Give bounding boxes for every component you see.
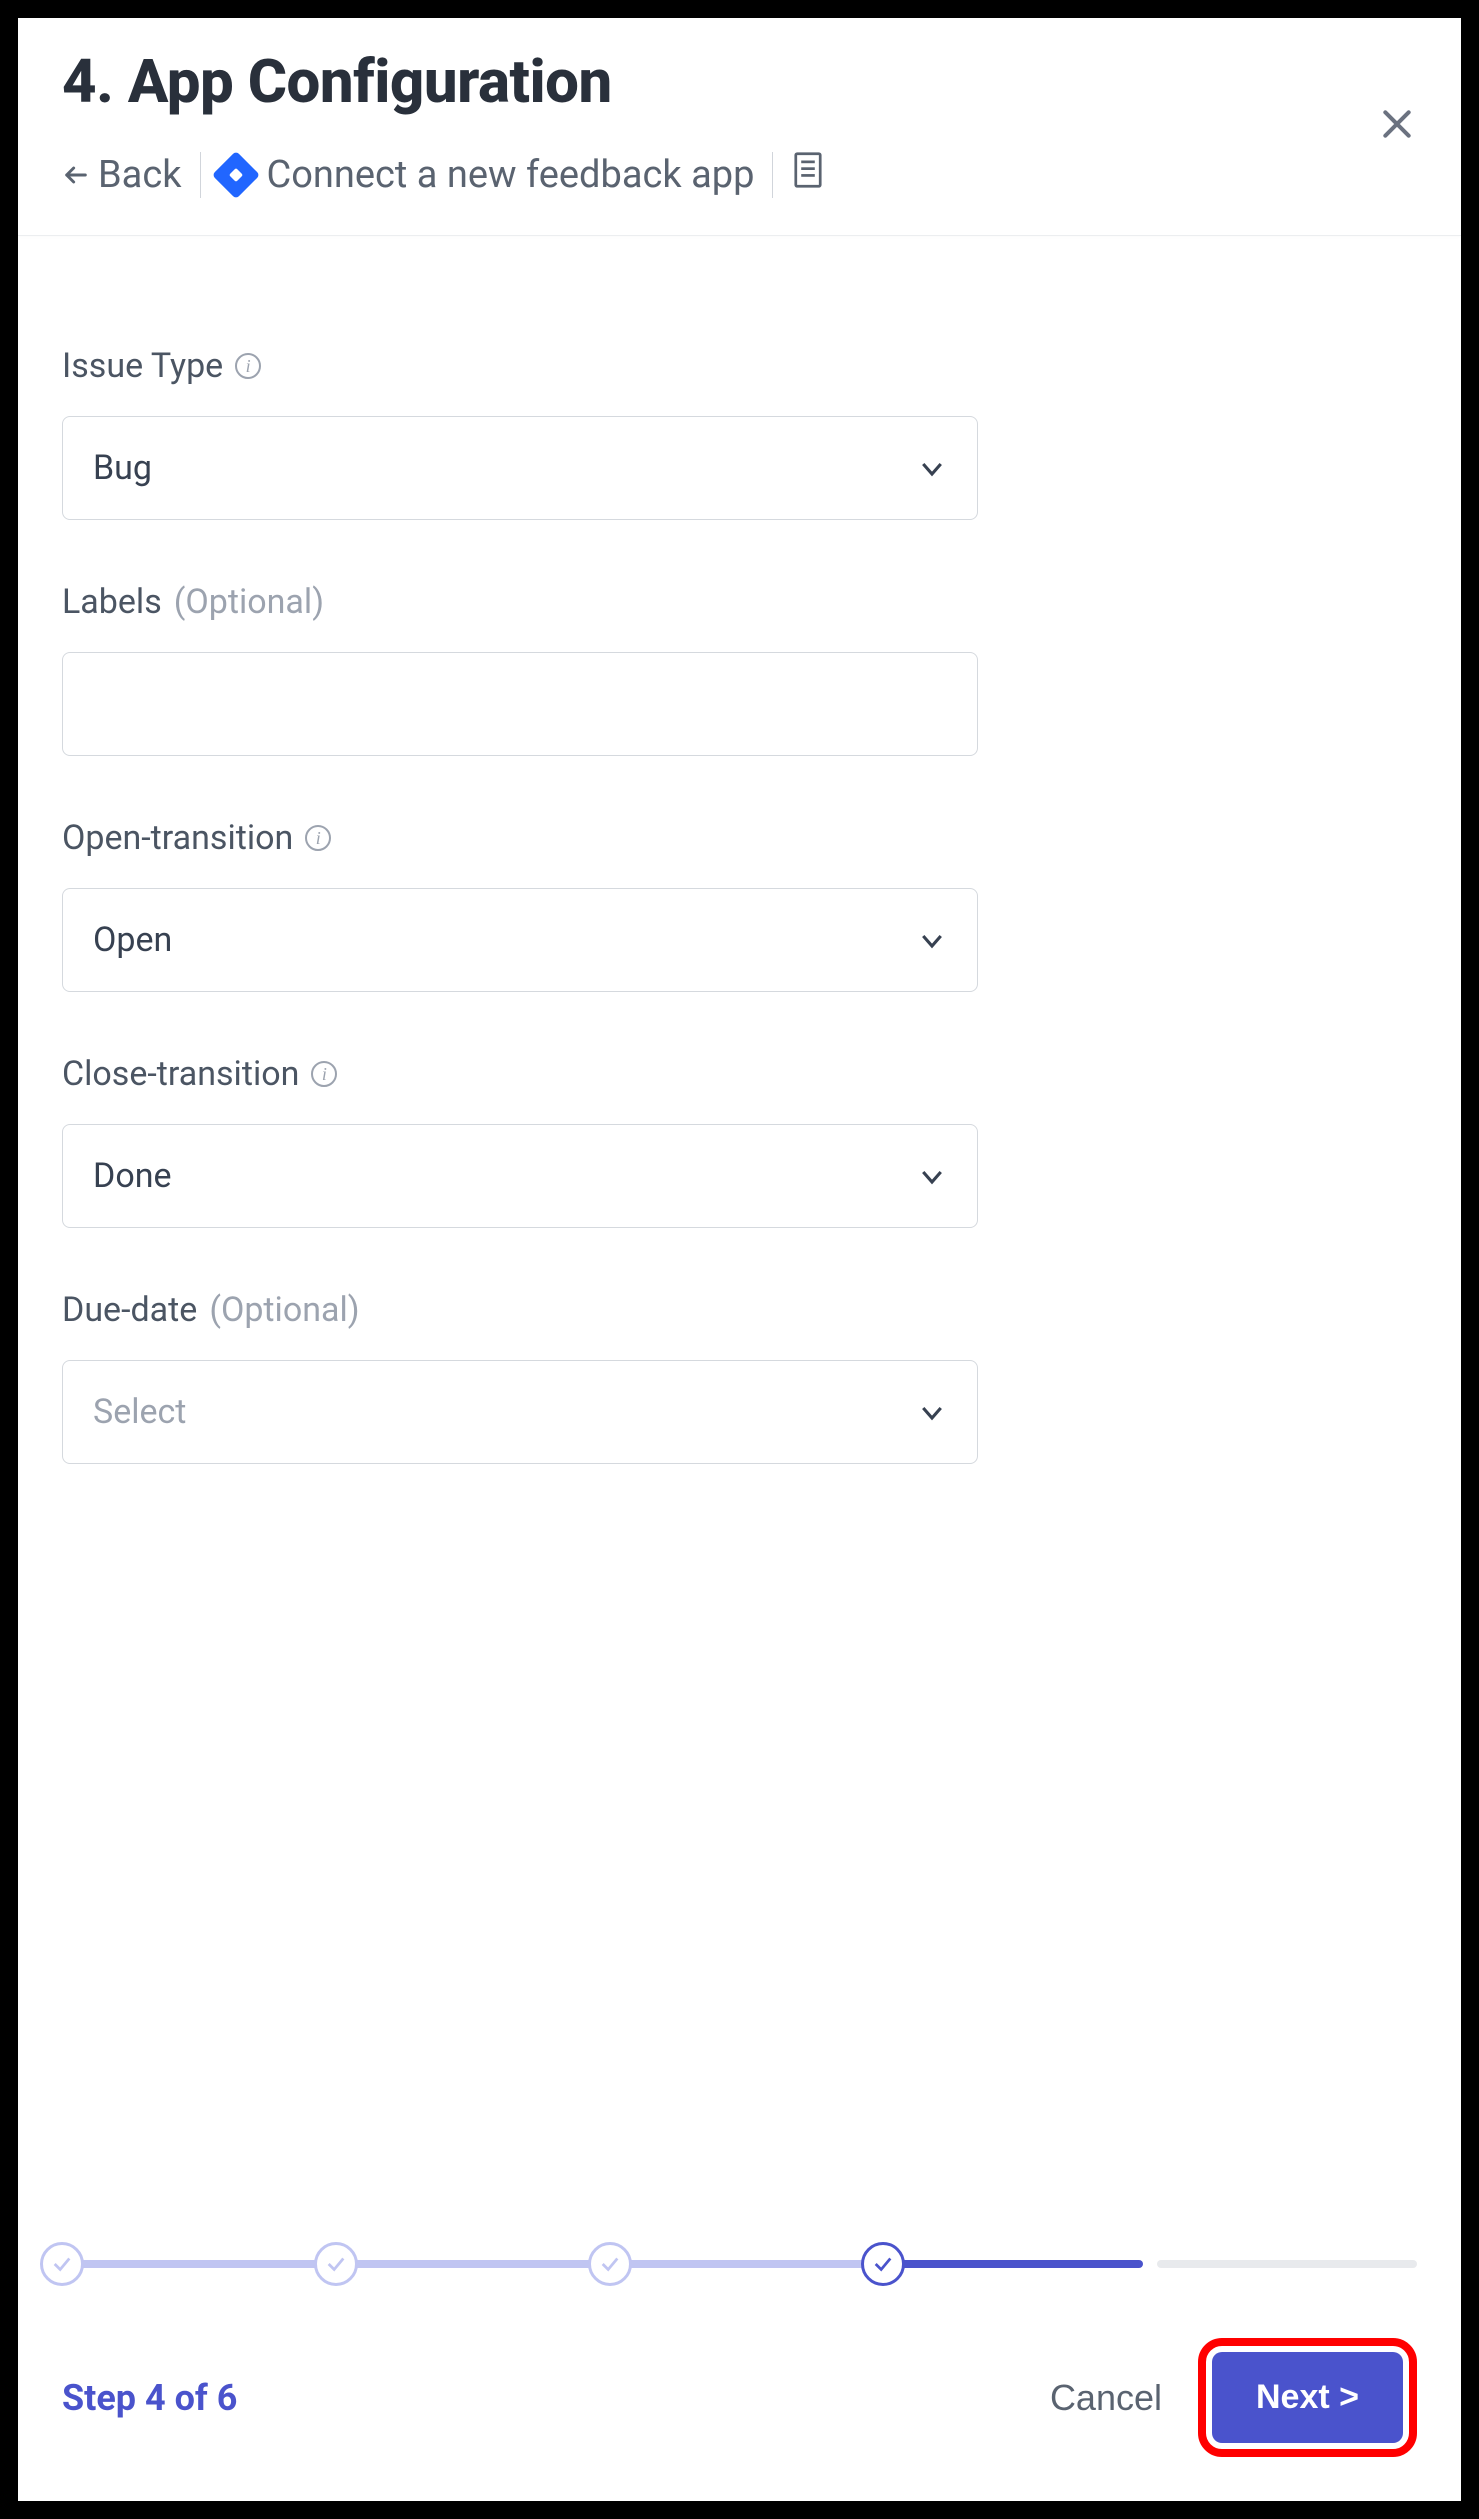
close-icon — [1377, 104, 1417, 144]
step-segment-2 — [336, 2260, 596, 2268]
field-open-transition: Open-transition i Open — [62, 818, 978, 992]
chevron-down-icon — [917, 453, 947, 483]
field-issue-type: Issue Type i Bug — [62, 346, 978, 520]
info-icon[interactable]: i — [311, 1061, 337, 1087]
divider — [772, 152, 773, 198]
field-label: Open-transition i — [62, 818, 978, 858]
step-segment-4 — [883, 2260, 1143, 2268]
next-highlight: Next > — [1198, 2338, 1417, 2457]
chevron-down-icon — [917, 1161, 947, 1191]
divider — [200, 152, 201, 198]
field-label: Due-date (Optional) — [62, 1290, 978, 1330]
info-icon[interactable]: i — [235, 353, 261, 379]
close-button[interactable] — [1377, 104, 1417, 148]
app-config-window: 4. App Configuration Back Connect a new … — [18, 18, 1461, 2501]
issue-type-select[interactable]: Bug — [62, 416, 978, 520]
labels-input[interactable] — [62, 652, 978, 756]
field-labels: Labels (Optional) — [62, 582, 978, 756]
document-icon[interactable] — [791, 151, 825, 199]
chevron-down-icon — [917, 925, 947, 955]
form-body: Issue Type i Bug Labels (Optional) Open-… — [18, 236, 1461, 2234]
field-label: Close-transition i — [62, 1054, 978, 1094]
close-transition-select[interactable]: Done — [62, 1124, 978, 1228]
next-button[interactable]: Next > — [1212, 2352, 1403, 2443]
field-close-transition: Close-transition i Done — [62, 1054, 978, 1228]
footer-actions: Cancel Next > — [1050, 2338, 1417, 2457]
check-icon — [872, 2253, 894, 2275]
select-value: Open — [93, 920, 172, 960]
info-icon[interactable]: i — [305, 825, 331, 851]
field-label: Labels (Optional) — [62, 582, 978, 622]
select-value: Bug — [93, 448, 152, 488]
header: 4. App Configuration Back Connect a new … — [18, 18, 1461, 236]
footer: Step 4 of 6 Cancel Next > — [18, 2234, 1461, 2501]
page-title: 4. App Configuration — [62, 46, 1417, 117]
select-placeholder: Select — [93, 1392, 186, 1432]
footer-row: Step 4 of 6 Cancel Next > — [62, 2338, 1417, 2457]
field-due-date: Due-date (Optional) Select — [62, 1290, 978, 1464]
stepper — [62, 2234, 1417, 2294]
step-node-1 — [40, 2242, 84, 2286]
arrow-left-icon — [62, 161, 90, 189]
step-segment-3 — [610, 2260, 870, 2268]
chevron-down-icon — [917, 1397, 947, 1427]
diamond-icon — [211, 151, 259, 199]
step-segment-1 — [62, 2260, 322, 2268]
step-segment-5 — [1157, 2260, 1417, 2268]
check-icon — [51, 2253, 73, 2275]
select-value: Done — [93, 1156, 172, 1196]
breadcrumb-title: Connect a new feedback app — [219, 153, 755, 197]
breadcrumb-text: Connect a new feedback app — [267, 153, 755, 197]
step-node-2 — [314, 2242, 358, 2286]
due-date-select[interactable]: Select — [62, 1360, 978, 1464]
back-label: Back — [98, 153, 182, 197]
cancel-button[interactable]: Cancel — [1050, 2377, 1162, 2419]
check-icon — [325, 2253, 347, 2275]
step-node-3 — [588, 2242, 632, 2286]
check-icon — [599, 2253, 621, 2275]
open-transition-select[interactable]: Open — [62, 888, 978, 992]
step-label: Step 4 of 6 — [62, 2377, 237, 2419]
breadcrumb: Back Connect a new feedback app — [62, 151, 1417, 199]
back-button[interactable]: Back — [62, 153, 182, 197]
step-node-4 — [861, 2242, 905, 2286]
field-label: Issue Type i — [62, 346, 978, 386]
